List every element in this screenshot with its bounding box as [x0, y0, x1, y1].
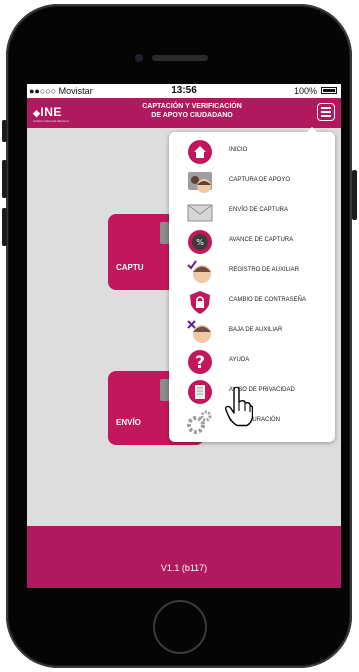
earpiece-speaker [152, 55, 208, 61]
title-line-2: DE APOYO CIUDADANO [151, 112, 233, 119]
send-tile-label: ENVÍO [116, 418, 141, 427]
menu-item-label: AVANCE DE CAPTURA [229, 237, 294, 243]
menu-item-registro[interactable]: REGISTRO DE AUXILIAR [169, 256, 335, 286]
id-card-icon [188, 172, 212, 193]
envelope-icon [187, 204, 213, 222]
title-line-1: CAPTACIÓN Y VERIFICACIÓN [142, 103, 242, 110]
capture-tile-label: CAPTU [116, 263, 144, 272]
lock-shield-icon [190, 291, 210, 314]
menu-item-label: ENVÍO DE CAPTURA [229, 207, 289, 213]
menu-item-contrasena[interactable]: CAMBIO DE CONTRASEÑA [169, 286, 335, 316]
battery-percent: 100% [293, 86, 317, 96]
app-screen: ●●○○○ Movistar 13:56 100% ◆INE Instituto… [27, 84, 341, 588]
percent-icon: % [188, 230, 212, 254]
volume-up-button [2, 160, 7, 198]
menu-bar [321, 115, 331, 117]
home-button[interactable] [153, 600, 207, 654]
ine-logo: ◆INE [33, 105, 62, 119]
menu-bar [321, 111, 331, 113]
home-icon [188, 140, 212, 164]
menu-item-label: INICIO [229, 147, 248, 153]
remove-user-icon [187, 320, 211, 343]
menu-item-inicio[interactable]: INICIO [169, 136, 335, 166]
help-icon: ? [188, 350, 212, 374]
add-user-icon [187, 260, 211, 283]
menu-item-label: REGISTRO DE AUXILIAR [229, 267, 300, 273]
menu-item-label: CAPTURA DE APOYO [229, 177, 291, 183]
menu-item-label: CAMBIO DE CONTRASEÑA [229, 297, 307, 303]
volume-down-button [2, 208, 7, 246]
battery-icon [321, 87, 337, 94]
app-header: ◆INE Instituto Nacional Electoral CAPTAC… [27, 98, 341, 128]
menu-item-envio[interactable]: ENVÍO DE CAPTURA [169, 196, 335, 226]
app-footer: V1.1 (b117) [27, 526, 341, 588]
status-bar: ●●○○○ Movistar 13:56 100% [27, 84, 341, 98]
menu-item-label: BAJA DE AUXILIAR [229, 327, 283, 333]
svg-text:?: ? [195, 353, 205, 373]
menu-item-captura[interactable]: CAPTURA DE APOYO [169, 166, 335, 196]
front-camera [135, 54, 143, 62]
version-label: V1.1 (b117) [160, 563, 208, 573]
pointer-hand-icon [225, 387, 253, 427]
logo-text: INE [40, 105, 62, 119]
svg-text:%: % [196, 238, 204, 247]
menu-item-label: AYUDA [229, 357, 250, 363]
menu-item-baja[interactable]: BAJA DE AUXILIAR [169, 316, 335, 346]
page-title: CAPTACIÓN Y VERIFICACIÓN DE APOYO CIUDAD… [117, 102, 267, 120]
dropdown-caret [306, 127, 318, 133]
mute-switch [2, 120, 7, 142]
gears-icon [187, 410, 212, 434]
logo-subtitle: Instituto Nacional Electoral [33, 119, 69, 123]
hamburger-menu-button[interactable] [317, 103, 335, 121]
menu-item-ayuda[interactable]: ? AYUDA [169, 346, 335, 376]
document-icon [188, 380, 212, 404]
menu-bar [321, 107, 331, 109]
power-button [352, 170, 357, 220]
menu-item-avance[interactable]: % AVANCE DE CAPTURA [169, 226, 335, 256]
